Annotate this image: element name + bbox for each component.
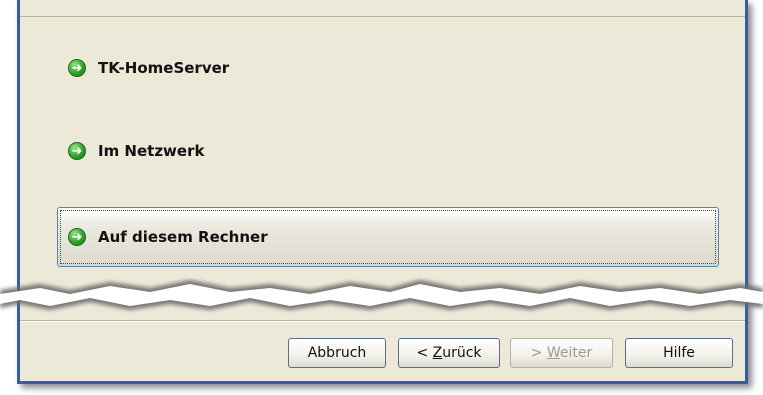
option-label: Im Netzwerk: [98, 142, 205, 160]
arrow-right-icon: ➜: [68, 142, 86, 160]
back-label: < Zurück: [416, 345, 482, 361]
cancel-label: Abbruch: [307, 345, 367, 361]
option-auf-diesem-rechner[interactable]: ➜ Auf diesem Rechner: [57, 207, 719, 267]
arrow-right-icon: ➜: [68, 228, 86, 246]
cancel-button[interactable]: Abbruch: [288, 338, 386, 368]
torn-edge-divider: [0, 280, 763, 310]
next-button[interactable]: > Weiter: [510, 338, 613, 368]
arrow-right-icon: ➜: [68, 59, 86, 77]
option-label: TK-HomeServer: [98, 59, 230, 77]
help-label: Hilfe: [663, 345, 695, 361]
option-im-netzwerk[interactable]: ➜ Im Netzwerk: [58, 121, 718, 181]
top-divider: [20, 16, 745, 17]
next-label: > Weiter: [530, 345, 593, 361]
wizard-dialog: ➜ TK-HomeServer ➜ Im Netzwerk ➜ Auf dies…: [17, 0, 748, 384]
help-button[interactable]: Hilfe: [625, 338, 733, 368]
option-tk-homeserver[interactable]: ➜ TK-HomeServer: [58, 38, 718, 98]
back-button[interactable]: < Zurück: [398, 338, 500, 368]
option-label: Auf diesem Rechner: [98, 228, 268, 246]
